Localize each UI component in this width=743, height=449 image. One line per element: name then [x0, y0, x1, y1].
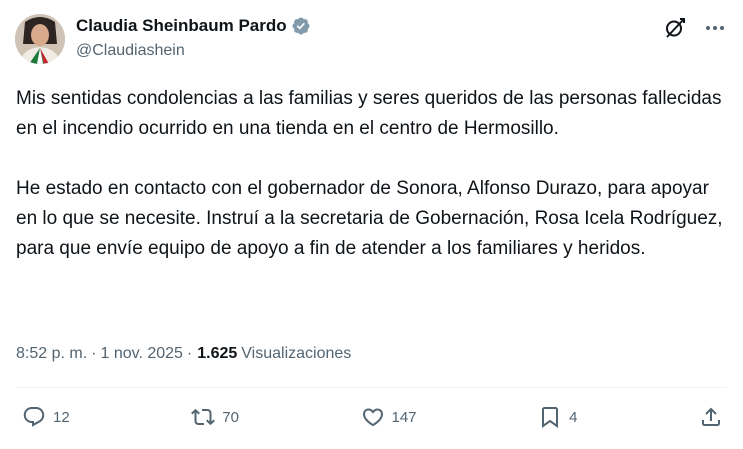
post-top-actions [663, 16, 727, 40]
action-bar: 12 70 147 4 [22, 404, 723, 430]
like-count: 147 [391, 408, 417, 426]
post-paragraph: He estado en contacto con el gobernador … [16, 178, 723, 259]
bookmark-button[interactable]: 4 [538, 405, 577, 429]
post-date[interactable]: 1 nov. 2025 [100, 344, 182, 364]
share-icon [702, 407, 720, 426]
views-label: Visualizaciones [241, 345, 352, 362]
repost-count: 70 [222, 408, 239, 426]
meta-separator: · [91, 345, 97, 362]
bookmark-icon [542, 407, 559, 428]
share-button[interactable] [699, 405, 723, 429]
avatar-photo [15, 14, 65, 64]
repost-icon [191, 408, 216, 426]
reply-button[interactable]: 12 [22, 405, 70, 429]
like-icon [362, 408, 383, 427]
author-handle[interactable]: @Claudiashein [76, 41, 185, 61]
post-paragraph: Mis sentidas condolencias a las familias… [16, 88, 722, 139]
more-icon[interactable] [703, 16, 727, 40]
bookmark-count: 4 [569, 408, 578, 426]
repost-button[interactable]: 70 [191, 405, 239, 429]
post-text: Mis sentidas condolencias a las familias… [16, 84, 728, 264]
divider [16, 387, 727, 388]
post-meta: 8:52 p. m. · 1 nov. 2025 · 1.625 Visuali… [16, 344, 351, 364]
meta-separator: · [186, 345, 193, 362]
views-count: 1.625 [197, 345, 238, 362]
grok-icon[interactable] [663, 16, 687, 40]
reply-icon [23, 407, 45, 427]
reply-count: 12 [53, 408, 70, 426]
author-name-row: Claudia Sheinbaum Pardo [76, 15, 311, 37]
post-time[interactable]: 8:52 p. m. [16, 344, 87, 364]
author-display-name[interactable]: Claudia Sheinbaum Pardo [76, 15, 287, 37]
verified-badge-icon[interactable] [291, 16, 311, 36]
like-button[interactable]: 147 [361, 405, 417, 429]
avatar[interactable] [15, 14, 65, 64]
